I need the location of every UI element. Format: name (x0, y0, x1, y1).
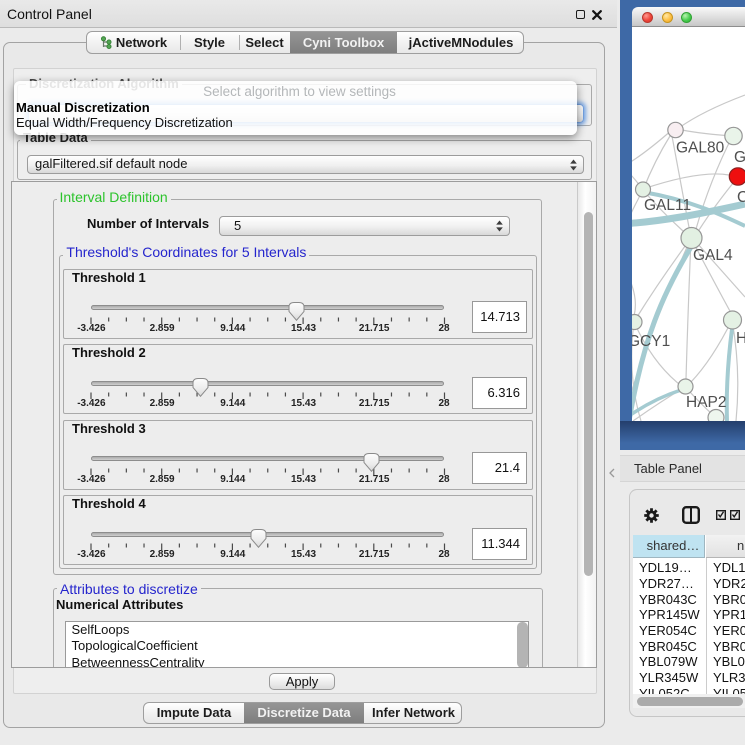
svg-text:HAP2: HAP2 (686, 394, 727, 411)
svg-text:GCY1: GCY1 (632, 333, 670, 350)
svg-text:GAL80: GAL80 (676, 140, 725, 157)
svg-text:GAL4: GAL4 (693, 247, 733, 264)
svg-text:GAL11: GAL11 (644, 197, 691, 214)
svg-text:H: H (736, 330, 745, 347)
svg-text:GA: GA (734, 149, 745, 166)
svg-text:CO: CO (737, 189, 745, 206)
